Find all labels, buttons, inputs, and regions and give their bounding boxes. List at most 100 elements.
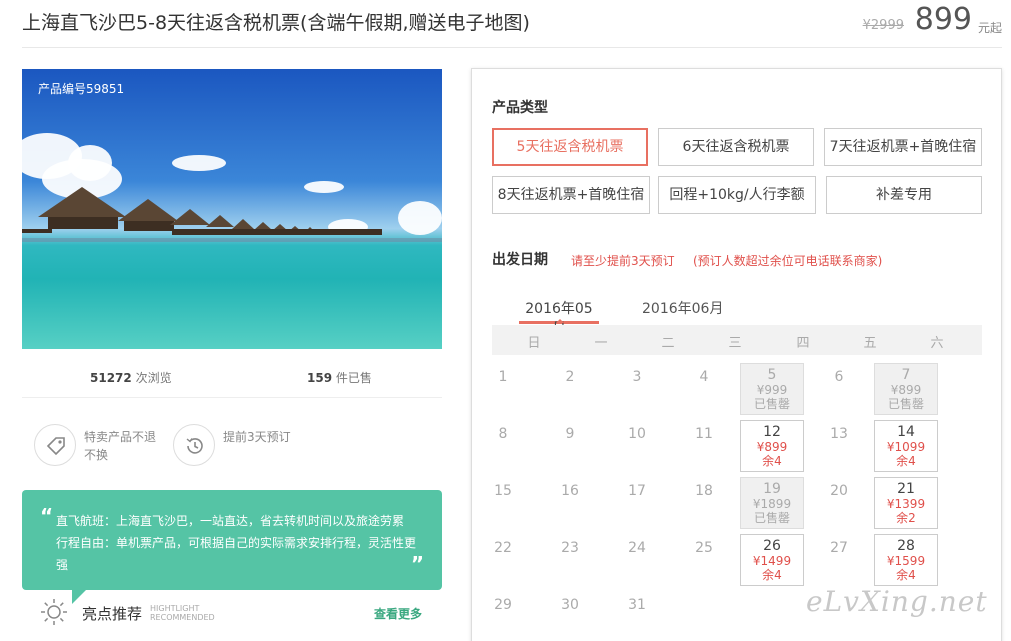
day-number: 7	[901, 367, 911, 383]
calendar-day: 4	[672, 363, 736, 415]
calendar-day-available[interactable]: 21 ¥1399 余2	[874, 477, 938, 529]
day-number: 20	[830, 483, 848, 499]
product-type-title: 产品类型	[492, 100, 548, 116]
day-remaining: 余4	[896, 454, 916, 468]
day-price: ¥899	[756, 440, 788, 454]
day-remaining: 已售罄	[753, 397, 790, 411]
calendar-day: 15	[471, 477, 535, 529]
day-price: ¥1399	[886, 497, 926, 511]
calendar-day: 8	[471, 420, 535, 472]
day-number: 17	[628, 483, 646, 499]
day-number: 9	[565, 426, 575, 442]
calendar-day: 6	[807, 363, 871, 415]
weekday-label: 六	[930, 336, 944, 351]
quote-open-icon: “	[40, 504, 54, 528]
highlight-bubble: “ 直飞航班：上海直飞沙巴，一站直达，省去转机时间以及旅途劳累 行程自由：单机票…	[22, 490, 442, 604]
calendar-day-available[interactable]: 28 ¥1599 余4	[874, 534, 938, 586]
day-number: 2	[565, 369, 575, 385]
product-header: 上海直飞沙巴5-8天往返含税机票(含端午假期,赠送电子地图) ¥2999 899…	[22, 0, 1002, 48]
day-number: 15	[494, 483, 512, 499]
highlights-section: 亮点推荐 HIGHTLIGHT RECOMMENDED 查看更多	[40, 598, 422, 628]
day-remaining: 余4	[762, 568, 782, 582]
quote-close-icon: ”	[410, 552, 424, 576]
day-number: 3	[632, 369, 642, 385]
original-price: ¥2999	[862, 18, 904, 33]
month-tab-june[interactable]: 2016年06月	[642, 298, 723, 324]
day-number: 11	[695, 426, 713, 442]
current-price: 899	[914, 2, 972, 37]
day-remaining: 已售罄	[887, 397, 924, 411]
departure-date-title: 出发日期	[492, 252, 548, 268]
weekday-header: 日 一 二 三 四 五 六	[492, 325, 982, 355]
weekday-label: 日	[527, 336, 541, 351]
calendar-day: 3	[605, 363, 669, 415]
calendar-day: 17	[605, 477, 669, 529]
calendar-day: 11	[672, 420, 736, 472]
weekday-label: 五	[863, 336, 877, 351]
day-number: 21	[897, 481, 915, 497]
sun-icon	[40, 598, 68, 630]
clock-history-icon	[173, 424, 215, 466]
day-price: ¥1899	[752, 497, 792, 511]
calendar-day-available[interactable]: 26 ¥1499 余4	[740, 534, 804, 586]
calendar-day-soldout: 19 ¥1899 已售罄	[740, 477, 804, 529]
active-month-caret	[556, 319, 564, 323]
day-number: 8	[498, 426, 508, 442]
day-number: 5	[767, 367, 777, 383]
type-option-supplement[interactable]: 补差专用	[826, 176, 982, 214]
product-photo: 产品编号59851	[22, 69, 442, 349]
advance-booking-note: 请至少提前3天预订	[571, 254, 675, 268]
day-number: 27	[830, 540, 848, 556]
day-number: 4	[699, 369, 709, 385]
day-number: 6	[834, 369, 844, 385]
contact-merchant-note: (预订人数超过余位可电话联系商家)	[693, 254, 883, 268]
day-number: 31	[628, 597, 646, 613]
day-price: ¥999	[756, 383, 788, 397]
day-number: 13	[830, 426, 848, 442]
day-price: ¥1499	[752, 554, 792, 568]
calendar-day: 27	[807, 534, 871, 586]
calendar-day: 31	[605, 591, 669, 641]
type-option-5day[interactable]: 5天往返含税机票	[492, 128, 648, 166]
day-number: 19	[763, 481, 781, 497]
day-number: 16	[561, 483, 579, 499]
day-price: ¥899	[890, 383, 922, 397]
day-number: 26	[763, 538, 781, 554]
calendar-day: 25	[672, 534, 736, 586]
day-price: ¥1099	[886, 440, 926, 454]
weekday-label: 二	[661, 336, 675, 351]
day-number: 24	[628, 540, 646, 556]
calendar-day: 23	[538, 534, 602, 586]
day-number: 22	[494, 540, 512, 556]
price-unit: 元起	[977, 21, 1002, 35]
highlight-text: 直飞航班：上海直飞沙巴，一站直达，省去转机时间以及旅途劳累 行程自由：单机票产品…	[56, 514, 417, 572]
calendar-day-available[interactable]: 14 ¥1099 余4	[874, 420, 938, 472]
calendar-day: 2	[538, 363, 602, 415]
day-number: 25	[695, 540, 713, 556]
calendar-day: 29	[471, 591, 535, 641]
type-option-7day[interactable]: 7天往返机票+首晚住宿	[824, 128, 982, 166]
day-number: 28	[897, 538, 915, 554]
tag-icon	[34, 424, 76, 466]
product-stats: 51272 次浏览 159 件已售	[22, 362, 442, 398]
calendar-day: 9	[538, 420, 602, 472]
see-more-link[interactable]: 查看更多	[374, 605, 422, 622]
highlights-title: 亮点推荐	[82, 605, 143, 623]
calendar-day: 1	[471, 363, 535, 415]
day-price: ¥1599	[886, 554, 926, 568]
type-option-6day[interactable]: 6天往返含税机票	[658, 128, 814, 166]
calendar-day-available[interactable]: 12 ¥899 余4	[740, 420, 804, 472]
sold-count: 159 件已售	[307, 371, 372, 385]
calendar-day: 22	[471, 534, 535, 586]
site-watermark: eLvXing.net	[806, 585, 988, 618]
day-number: 14	[897, 424, 915, 440]
day-remaining: 余4	[762, 454, 782, 468]
type-option-8day[interactable]: 8天往返机票+首晚住宿	[492, 176, 650, 214]
day-number: 23	[561, 540, 579, 556]
day-remaining: 余2	[896, 511, 916, 525]
calendar-day: 18	[672, 477, 736, 529]
type-option-luggage[interactable]: 回程+10kg/人行李额	[658, 176, 816, 214]
product-id-label: 产品编号59851	[38, 82, 125, 96]
weekday-label: 一	[594, 336, 608, 351]
day-number: 18	[695, 483, 713, 499]
